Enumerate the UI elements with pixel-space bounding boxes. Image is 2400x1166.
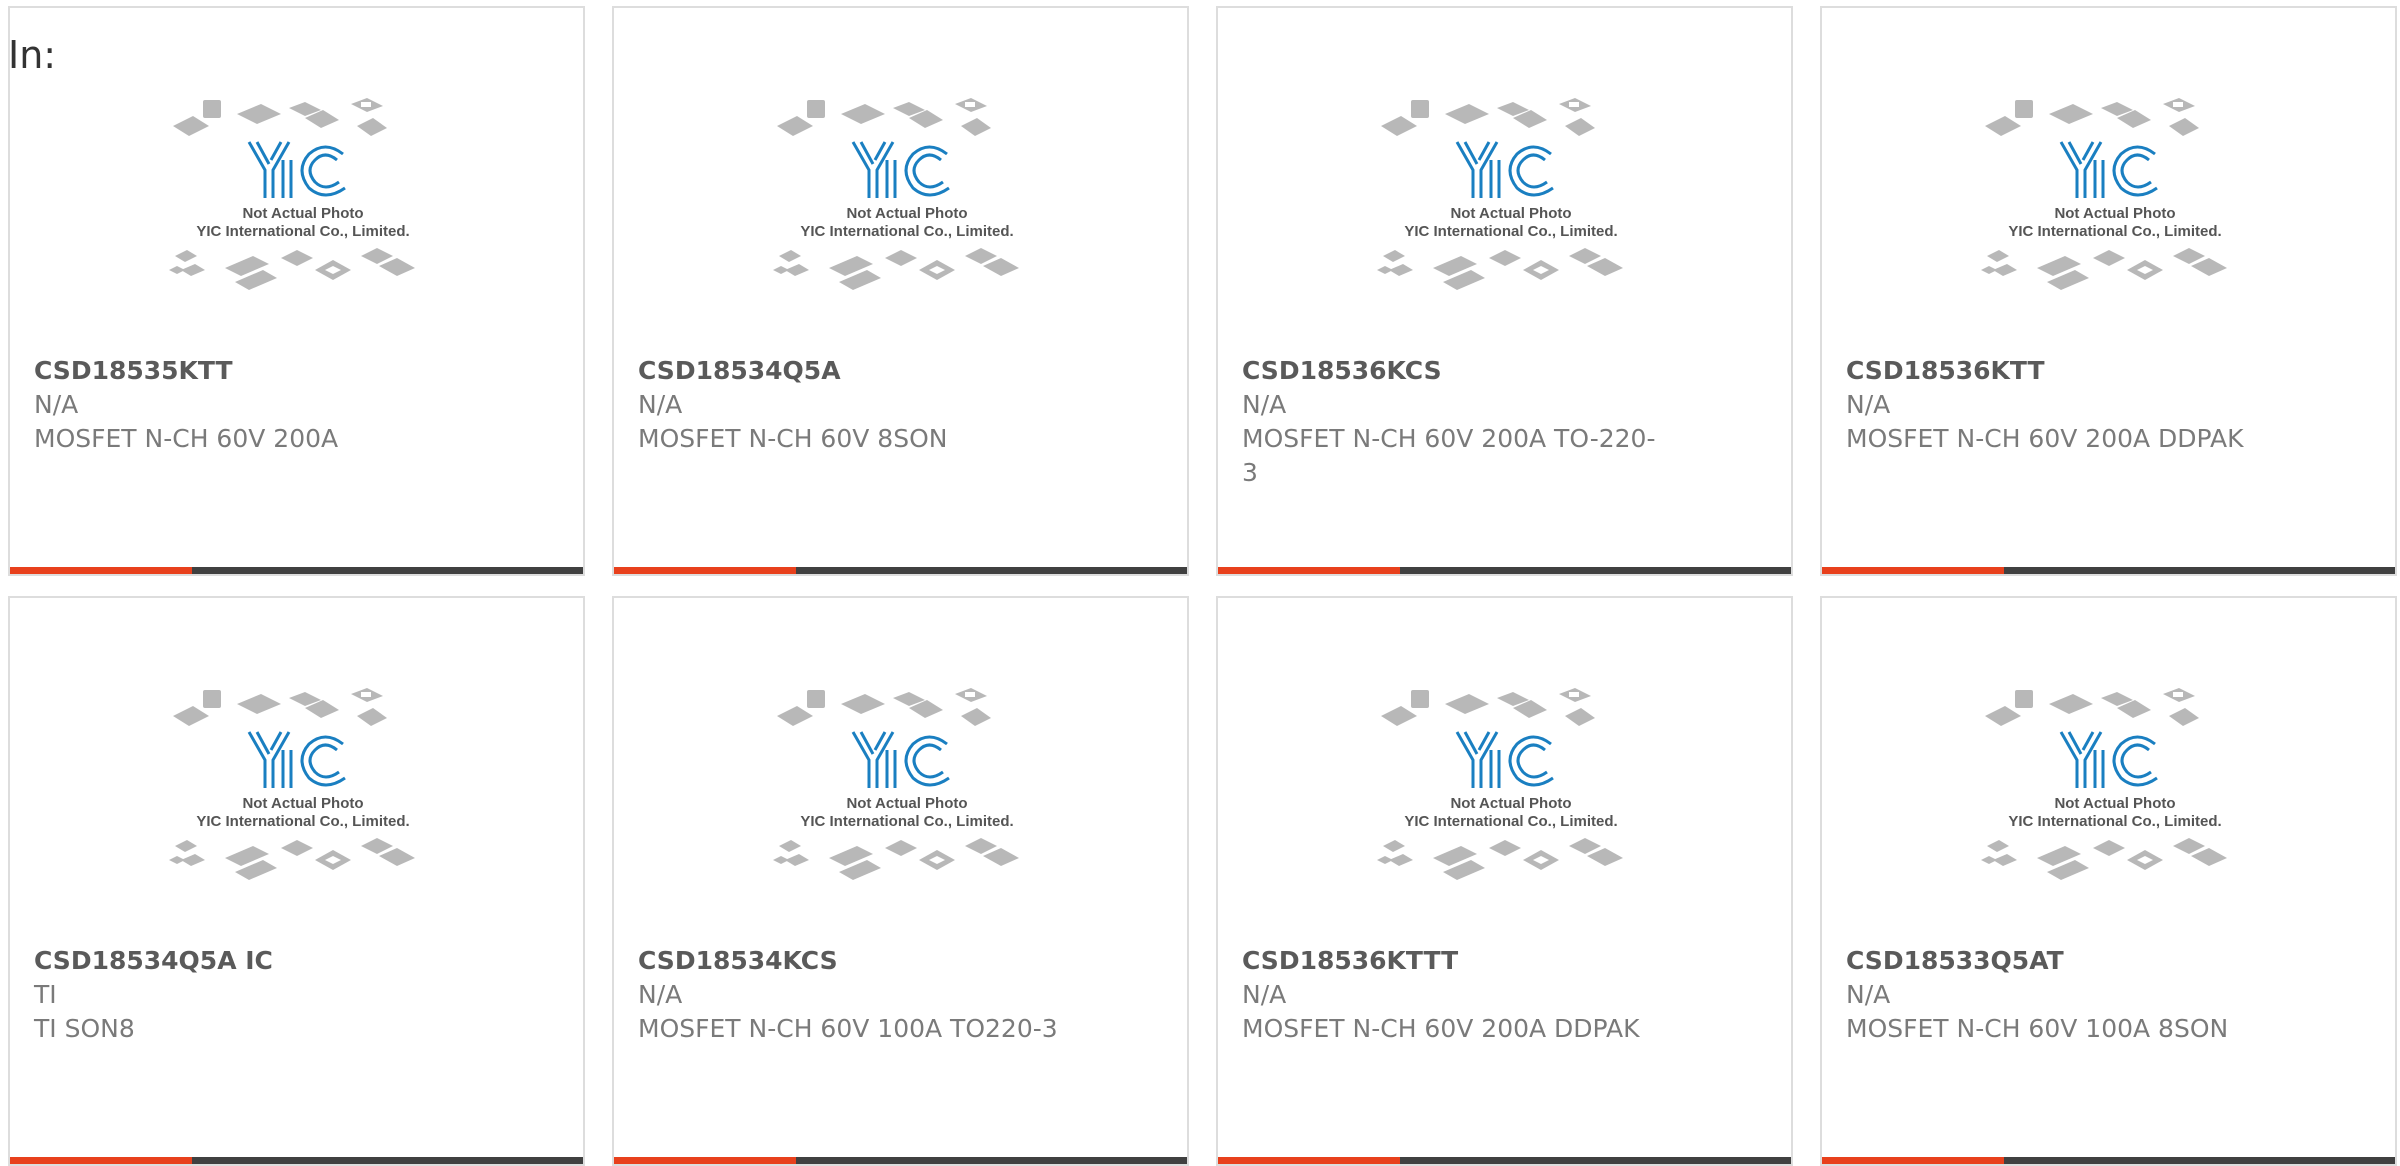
yic-logo: [247, 731, 346, 788]
part-number[interactable]: CSD18536KCS: [1242, 354, 1662, 388]
card-bottom-bar: [1218, 567, 1791, 574]
card-bar-accent: [614, 567, 796, 574]
product-card[interactable]: Not Actual Photo YIC International Co., …: [1216, 6, 1793, 576]
yic-logo: [1455, 141, 1554, 198]
caption-line2: YIC International Co., Limited.: [1404, 813, 1617, 830]
part-number[interactable]: CSD18535KTT: [34, 354, 454, 388]
product-info: CSD18536KTT N/A MOSFET N-CH 60V 200A DDP…: [1846, 354, 2266, 456]
caption-line1: Not Actual Photo: [1450, 795, 1571, 812]
yic-logo: [2059, 141, 2158, 198]
chip-icons-bottom: [1981, 838, 2227, 880]
card-bar-accent: [1822, 567, 2004, 574]
chip-icons-top: [1381, 688, 1595, 726]
manufacturer: N/A: [1242, 390, 1287, 419]
chip-icons-top: [1985, 98, 2199, 136]
chip-icons-top: [1985, 688, 2199, 726]
chip-icons-top: [777, 98, 991, 136]
caption-line2: YIC International Co., Limited.: [800, 223, 1013, 240]
placeholder-photo: Not Actual Photo YIC International Co., …: [769, 688, 1045, 938]
product-card[interactable]: Not Actual Photo YIC International Co., …: [1216, 596, 1793, 1166]
placeholder-photo: Not Actual Photo YIC International Co., …: [165, 688, 441, 938]
placeholder-photo: Not Actual Photo YIC International Co., …: [769, 98, 1045, 348]
chip-icons-bottom: [1377, 838, 1623, 880]
description: MOSFET N-CH 60V 200A TO-220-3: [1242, 424, 1656, 487]
card-bottom-bar: [10, 567, 583, 574]
chip-icons-top: [173, 688, 387, 726]
part-number[interactable]: CSD18536KTTT: [1242, 944, 1662, 978]
chip-icons-bottom: [169, 248, 415, 290]
product-info: CSD18534Q5A N/A MOSFET N-CH 60V 8SON: [638, 354, 1058, 456]
product-info: CSD18534KCS N/A MOSFET N-CH 60V 100A TO2…: [638, 944, 1058, 1046]
placeholder-photo: Not Actual Photo YIC International Co., …: [1977, 688, 2253, 938]
chip-icons-bottom: [773, 838, 1019, 880]
description: MOSFET N-CH 60V 8SON: [638, 424, 948, 453]
product-grid: Not Actual Photo YIC International Co., …: [0, 0, 2400, 1166]
manufacturer: N/A: [34, 390, 79, 419]
placeholder-photo: Not Actual Photo YIC International Co., …: [1373, 98, 1649, 348]
part-number[interactable]: CSD18534Q5A IC: [34, 944, 454, 978]
card-bottom-bar: [614, 567, 1187, 574]
chip-icons-top: [777, 688, 991, 726]
card-bar-accent: [10, 567, 192, 574]
description: MOSFET N-CH 60V 100A TO220-3: [638, 1014, 1058, 1043]
product-info: CSD18536KTTT N/A MOSFET N-CH 60V 200A DD…: [1242, 944, 1662, 1046]
caption-line1: Not Actual Photo: [242, 205, 363, 222]
part-number[interactable]: CSD18534Q5A: [638, 354, 1058, 388]
yic-logo: [247, 141, 346, 198]
product-card[interactable]: Not Actual Photo YIC International Co., …: [612, 6, 1189, 576]
caption-line1: Not Actual Photo: [242, 795, 363, 812]
card-bar-accent: [1218, 567, 1400, 574]
chip-icons-top: [173, 98, 387, 136]
product-card[interactable]: Not Actual Photo YIC International Co., …: [8, 596, 585, 1166]
caption-line2: YIC International Co., Limited.: [196, 223, 409, 240]
chip-icons-top: [1381, 98, 1595, 136]
yic-logo: [2059, 731, 2158, 788]
product-info: CSD18533Q5AT N/A MOSFET N-CH 60V 100A 8S…: [1846, 944, 2266, 1046]
description: TI SON8: [34, 1014, 135, 1043]
manufacturer: N/A: [638, 390, 683, 419]
product-card[interactable]: Not Actual Photo YIC International Co., …: [8, 6, 585, 576]
chip-icons-bottom: [169, 838, 415, 880]
caption-line1: Not Actual Photo: [846, 795, 967, 812]
description: MOSFET N-CH 60V 200A DDPAK: [1242, 1014, 1640, 1043]
placeholder-photo: Not Actual Photo YIC International Co., …: [1977, 98, 2253, 348]
product-info: CSD18534Q5A IC TI TI SON8: [34, 944, 454, 1046]
chip-icons-bottom: [1981, 248, 2227, 290]
description: MOSFET N-CH 60V 200A DDPAK: [1846, 424, 2244, 453]
product-card[interactable]: Not Actual Photo YIC International Co., …: [612, 596, 1189, 1166]
placeholder-photo: Not Actual Photo YIC International Co., …: [1373, 688, 1649, 938]
manufacturer: TI: [34, 980, 57, 1009]
manufacturer: N/A: [1846, 390, 1891, 419]
chip-icons-bottom: [773, 248, 1019, 290]
caption-line2: YIC International Co., Limited.: [800, 813, 1013, 830]
manufacturer: N/A: [1242, 980, 1287, 1009]
caption-line2: YIC International Co., Limited.: [2008, 813, 2221, 830]
manufacturer: N/A: [1846, 980, 1891, 1009]
caption-line1: Not Actual Photo: [2054, 795, 2175, 812]
card-bottom-bar: [1822, 567, 2395, 574]
placeholder-photo: Not Actual Photo YIC International Co., …: [165, 98, 441, 348]
caption-line2: YIC International Co., Limited.: [1404, 223, 1617, 240]
chip-icons-bottom: [1377, 248, 1623, 290]
part-number[interactable]: CSD18533Q5AT: [1846, 944, 2266, 978]
in-label: In:: [8, 33, 57, 77]
description: MOSFET N-CH 60V 100A 8SON: [1846, 1014, 2229, 1043]
product-card[interactable]: Not Actual Photo YIC International Co., …: [1820, 596, 2397, 1166]
description: MOSFET N-CH 60V 200A: [34, 424, 339, 453]
caption-line1: Not Actual Photo: [846, 205, 967, 222]
caption-line1: Not Actual Photo: [2054, 205, 2175, 222]
caption-line2: YIC International Co., Limited.: [196, 813, 409, 830]
part-number[interactable]: CSD18534KCS: [638, 944, 1058, 978]
manufacturer: N/A: [638, 980, 683, 1009]
product-info: CSD18535KTT N/A MOSFET N-CH 60V 200A: [34, 354, 454, 456]
product-card[interactable]: Not Actual Photo YIC International Co., …: [1820, 6, 2397, 576]
caption-line1: Not Actual Photo: [1450, 205, 1571, 222]
product-info: CSD18536KCS N/A MOSFET N-CH 60V 200A TO-…: [1242, 354, 1662, 490]
part-number[interactable]: CSD18536KTT: [1846, 354, 2266, 388]
yic-logo: [851, 731, 950, 788]
yic-logo: [1455, 731, 1554, 788]
caption-line2: YIC International Co., Limited.: [2008, 223, 2221, 240]
yic-logo: [851, 141, 950, 198]
